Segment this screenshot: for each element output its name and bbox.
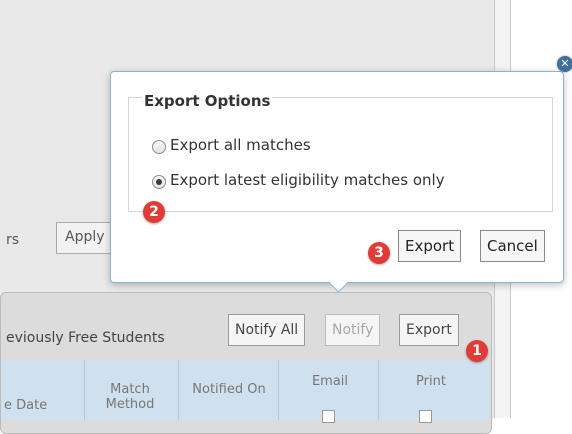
popup-export-button[interactable]: Export: [398, 230, 462, 262]
column-header-match-method: Match Method: [105, 382, 155, 412]
section-title: eviously Free Students: [6, 330, 165, 346]
export-button[interactable]: Export: [399, 314, 459, 346]
notify-all-button[interactable]: Notify All: [228, 314, 306, 346]
notify-button[interactable]: Notify: [325, 314, 381, 346]
export-options-fieldset: [128, 97, 553, 212]
column-header-notified-on: Notified On: [192, 382, 266, 397]
option-export-latest-label[interactable]: Export latest eligibility matches only: [170, 171, 445, 189]
print-select-all-checkbox[interactable]: [419, 410, 432, 423]
export-options-legend: Export Options: [142, 92, 273, 110]
annotation-badge-2: 2: [143, 201, 165, 223]
close-icon[interactable]: ✕: [557, 56, 572, 72]
column-divider: [278, 360, 279, 420]
annotation-badge-1: 1: [466, 340, 488, 362]
radio-export-all[interactable]: [152, 140, 166, 154]
popup-cancel-button[interactable]: Cancel: [480, 230, 545, 262]
column-header-email: Email: [311, 374, 349, 389]
radio-export-latest[interactable]: [152, 175, 166, 189]
column-divider: [84, 360, 85, 420]
column-header-date: e Date: [4, 398, 48, 413]
column-divider: [378, 360, 379, 420]
email-select-all-checkbox[interactable]: [322, 410, 335, 423]
column-header-print: Print: [416, 374, 446, 389]
filters-label: rs: [6, 232, 20, 248]
column-divider: [178, 360, 179, 420]
option-export-all-label[interactable]: Export all matches: [170, 136, 311, 154]
annotation-badge-3: 3: [368, 242, 390, 264]
apply-button[interactable]: Apply: [56, 222, 114, 254]
